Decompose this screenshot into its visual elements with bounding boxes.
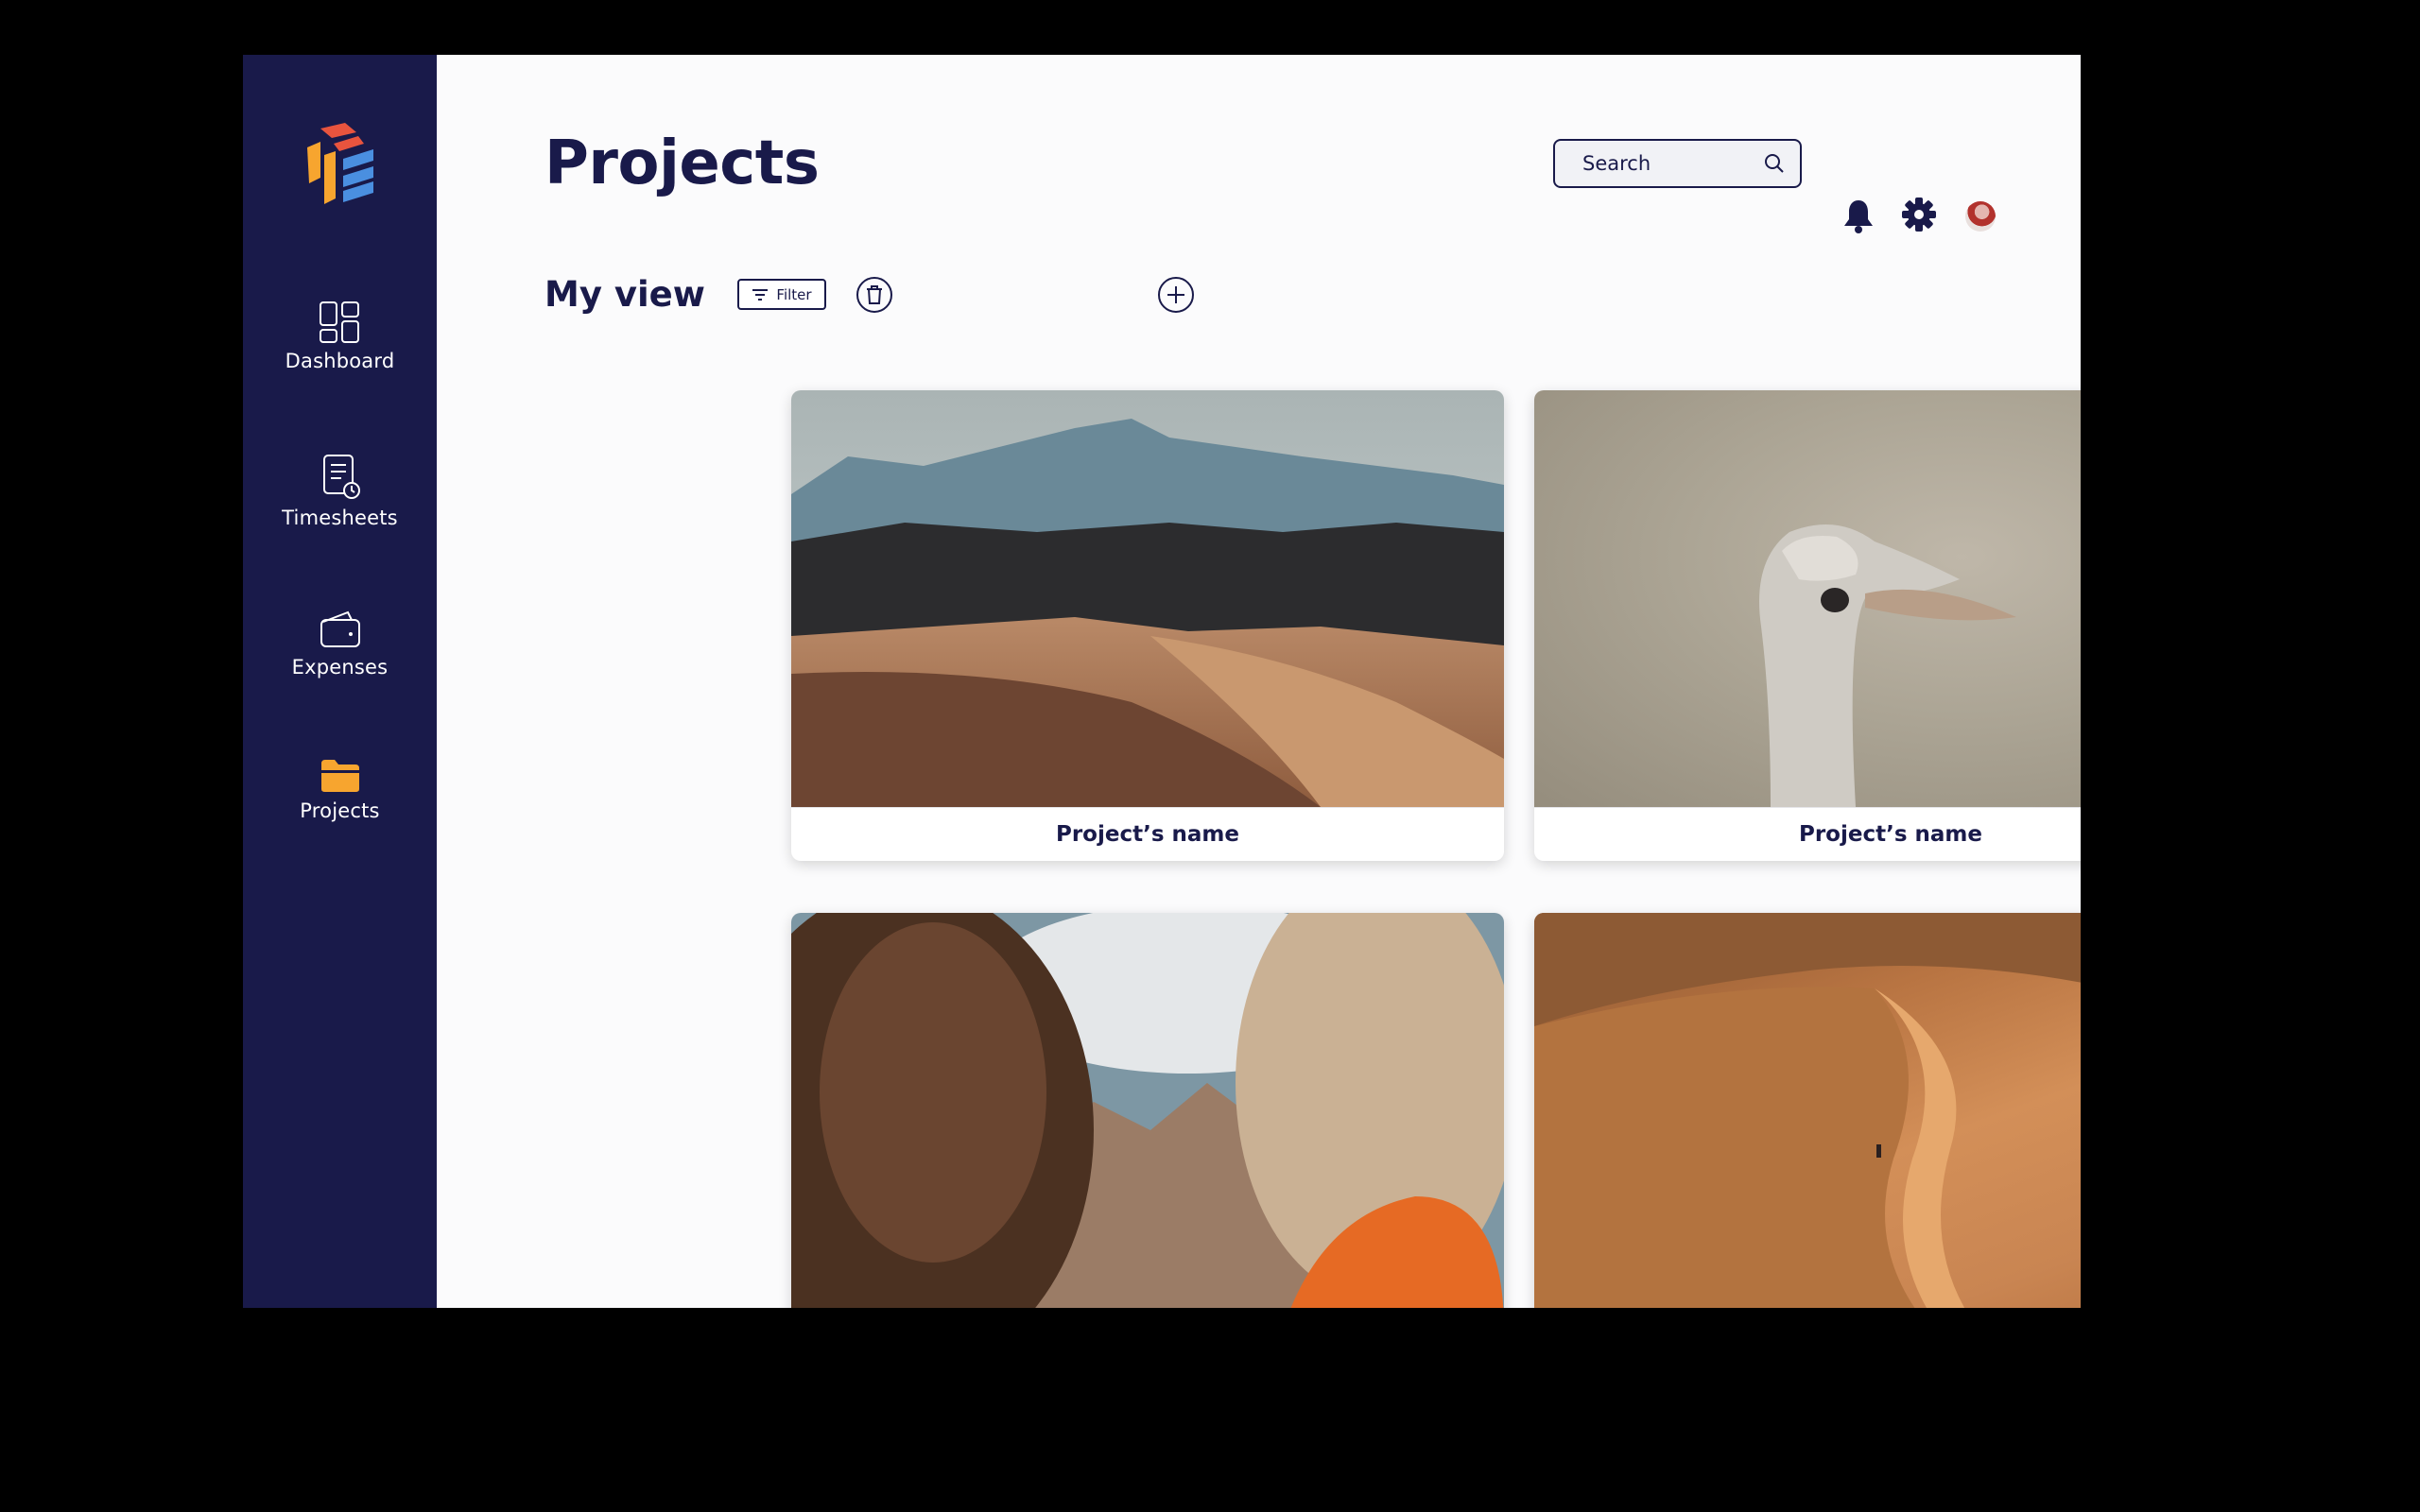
folder-icon [320,760,359,792]
search-input[interactable] [1581,151,1764,176]
bell-icon[interactable] [1841,198,1876,234]
plus-icon [1167,286,1184,303]
project-image-women-mountains [791,913,1504,1308]
sidebar: Dashboard Timesheets Expenses Projects [243,55,437,1308]
sidebar-item-label: Timesheets [282,507,398,529]
filter-label: Filter [776,285,812,303]
trash-icon [867,285,882,304]
project-name: Project’s name [791,807,1504,861]
project-image-desert-mountains [791,390,1504,807]
main-content: Projects Search My view Filter Project’s… [437,55,2081,1308]
filter-icon [752,288,769,301]
sidebar-item-label: Expenses [291,656,389,679]
timesheet-icon [322,455,360,499]
sidebar-item-label: Dashboard [285,350,395,372]
app-window: Dashboard Timesheets Expenses Projects P… [243,55,2081,1308]
sidebar-item-projects[interactable]: Projects [243,758,437,822]
wallet-icon [320,610,360,647]
project-card[interactable]: Project’s name [1534,390,2081,861]
project-name: Project’s name [1534,807,2081,861]
project-image-ostrich [1534,390,2081,807]
sidebar-item-timesheets[interactable]: Timesheets [243,454,437,529]
app-logo[interactable] [302,123,379,204]
project-image-desert-dune [1534,913,2081,1308]
sidebar-item-expenses[interactable]: Expenses [243,609,437,679]
search-icon[interactable] [1764,153,1785,174]
project-card[interactable] [791,913,1504,1308]
add-button[interactable] [1158,277,1194,313]
project-card[interactable]: Project’s name [791,390,1504,861]
dashboard-icon [319,301,359,343]
page-title: Projects [544,129,820,198]
search-box[interactable] [1553,139,1802,188]
avatar[interactable] [1965,201,1996,232]
sidebar-item-dashboard[interactable]: Dashboard [243,301,437,372]
filter-button[interactable]: Filter [737,279,826,310]
view-title: My view [544,274,705,315]
gear-icon[interactable] [1901,197,1937,232]
project-card[interactable] [1534,913,2081,1308]
sidebar-item-label: Projects [300,799,380,822]
delete-button[interactable] [856,277,892,313]
